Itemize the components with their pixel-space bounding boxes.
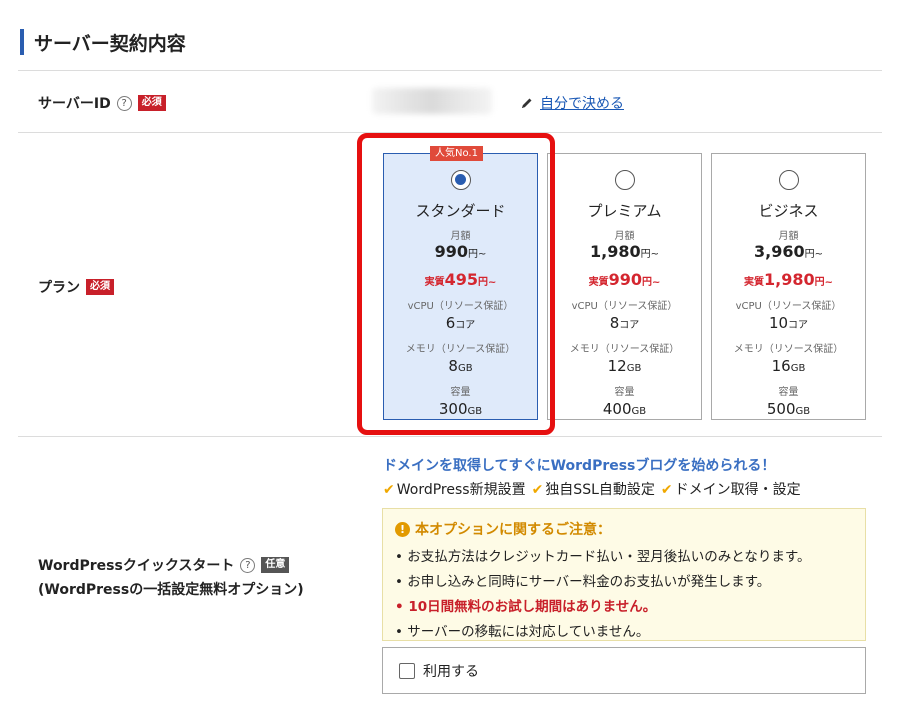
monthly-label: 月額 bbox=[450, 231, 471, 242]
plan-price: 1,980円~ bbox=[590, 242, 659, 261]
self-decide-link[interactable]: 自分で決める bbox=[540, 93, 624, 113]
wp-feature: ✔ 独自SSL自動設定 bbox=[531, 482, 655, 498]
notice-item: お支払方法はクレジットカード払い・翌月後払いのみとなります。 bbox=[395, 545, 853, 565]
plan-name: ビジネス bbox=[758, 202, 819, 220]
notice-box: ! 本オプションに関するご注意： お支払方法はクレジットカード払い・翌月後払いの… bbox=[382, 508, 866, 641]
monthly-label: 月額 bbox=[778, 231, 799, 242]
popular-badge: 人気No.1 bbox=[430, 146, 483, 161]
plan-price: 3,960円~ bbox=[754, 242, 823, 261]
server-id-label-group: サーバーID ? 必須 bbox=[38, 93, 166, 113]
memory-label: メモリ（リソース保証） bbox=[569, 344, 680, 355]
wp-feature: ✔ ドメイン取得・設定 bbox=[660, 482, 801, 498]
wp-feature-list: ✔ WordPress新規設置 ✔ 独自SSL自動設定 ✔ ドメイン取得・設定 bbox=[383, 479, 801, 499]
notice-title-group: ! 本オプションに関するご注意： bbox=[395, 519, 853, 539]
plan-vcpu: 8コア bbox=[609, 314, 640, 332]
plan-label: プラン bbox=[38, 280, 80, 296]
notice-item: お申し込みと同時にサーバー料金のお支払いが発生します。 bbox=[395, 570, 853, 590]
wp-feature: ✔ WordPress新規設置 bbox=[383, 482, 526, 498]
section-title: サーバー契約内容 bbox=[34, 32, 186, 55]
use-checkbox[interactable] bbox=[399, 662, 415, 679]
plan-name: プレミアム bbox=[587, 202, 662, 220]
check-icon: ✔ bbox=[383, 482, 395, 498]
use-option-box[interactable]: 利用する bbox=[382, 647, 866, 694]
plan-real-price: 実質1,980円~ bbox=[744, 270, 833, 289]
wp-label-line: WordPressクイックスタート ? 任意 bbox=[38, 555, 290, 575]
plan-card-standard[interactable]: スタンダード 月額 990円~ 実質495円~ vCPU（リソース保証） 6コア… bbox=[383, 153, 538, 420]
monthly-label: 月額 bbox=[614, 231, 635, 242]
plan-price: 990円~ bbox=[434, 242, 487, 261]
pencil-icon bbox=[522, 98, 532, 108]
plan-storage: 300GB bbox=[438, 400, 483, 418]
plan-label-group: プラン 必須 bbox=[38, 277, 114, 297]
notice-list: お支払方法はクレジットカード払い・翌月後払いのみとなります。 お申し込みと同時に… bbox=[395, 545, 853, 640]
vcpu-label: vCPU（リソース保証） bbox=[407, 301, 514, 312]
plan-radio-standard[interactable] bbox=[450, 170, 471, 190]
check-icon: ✔ bbox=[531, 482, 544, 498]
help-icon[interactable]: ? bbox=[116, 95, 132, 111]
vcpu-label: vCPU（リソース保証） bbox=[735, 301, 842, 312]
section-accent-bar bbox=[20, 29, 24, 55]
wp-label-sub: (WordPressの一括設定無料オプション) bbox=[38, 582, 304, 598]
notice-item-warning: 10日間無料のお試し期間はありません。 bbox=[395, 595, 853, 615]
memory-label: メモリ（リソース保証） bbox=[405, 344, 516, 355]
divider bbox=[18, 436, 882, 437]
plan-vcpu: 10コア bbox=[768, 314, 809, 332]
exclamation-icon: ! bbox=[395, 521, 410, 537]
plan-vcpu: 6コア bbox=[445, 314, 476, 332]
section-header: サーバー契約内容 bbox=[20, 27, 186, 57]
divider bbox=[18, 70, 882, 71]
plan-memory: 8GB bbox=[448, 357, 473, 375]
plan-memory: 12GB bbox=[607, 357, 642, 375]
check-icon: ✔ bbox=[660, 482, 673, 498]
server-id-label: サーバーID bbox=[38, 96, 111, 112]
required-badge: 必須 bbox=[137, 95, 166, 111]
help-icon[interactable]: ? bbox=[240, 557, 256, 573]
memory-label: メモリ（リソース保証） bbox=[733, 344, 844, 355]
plan-real-price: 実質990円~ bbox=[588, 270, 661, 289]
plan-radio-business[interactable] bbox=[778, 170, 799, 190]
wp-headline: ドメインを取得してすぐにWordPressブログを始められる！ bbox=[383, 458, 776, 474]
plan-storage: 400GB bbox=[602, 400, 647, 418]
notice-item: サーバーの移転には対応していません。 bbox=[395, 620, 853, 640]
wp-label: WordPressクイックスタート bbox=[38, 558, 235, 574]
plan-name: スタンダード bbox=[415, 202, 506, 220]
plan-card-business[interactable]: ビジネス 月額 3,960円~ 実質1,980円~ vCPU（リソース保証） 1… bbox=[711, 153, 866, 420]
vcpu-label: vCPU（リソース保証） bbox=[571, 301, 678, 312]
self-decide-link-group[interactable]: 自分で決める bbox=[520, 93, 624, 113]
storage-label: 容量 bbox=[450, 387, 471, 398]
notice-title: 本オプションに関するご注意： bbox=[415, 522, 611, 538]
plan-radio-premium[interactable] bbox=[614, 170, 635, 190]
plan-storage: 500GB bbox=[766, 400, 811, 418]
required-badge: 必須 bbox=[86, 279, 114, 295]
wp-label-group: WordPressクイックスタート ? 任意 (WordPressの一括設定無料… bbox=[38, 555, 304, 599]
plan-memory: 16GB bbox=[771, 357, 806, 375]
plan-real-price: 実質495円~ bbox=[424, 270, 497, 289]
plan-card-premium[interactable]: プレミアム 月額 1,980円~ 実質990円~ vCPU（リソース保証） 8コ… bbox=[547, 153, 702, 420]
storage-label: 容量 bbox=[778, 387, 799, 398]
storage-label: 容量 bbox=[614, 387, 635, 398]
optional-badge: 任意 bbox=[261, 557, 290, 573]
use-label[interactable]: 利用する bbox=[423, 661, 479, 681]
divider bbox=[18, 132, 882, 133]
server-id-value-blurred bbox=[372, 88, 492, 114]
